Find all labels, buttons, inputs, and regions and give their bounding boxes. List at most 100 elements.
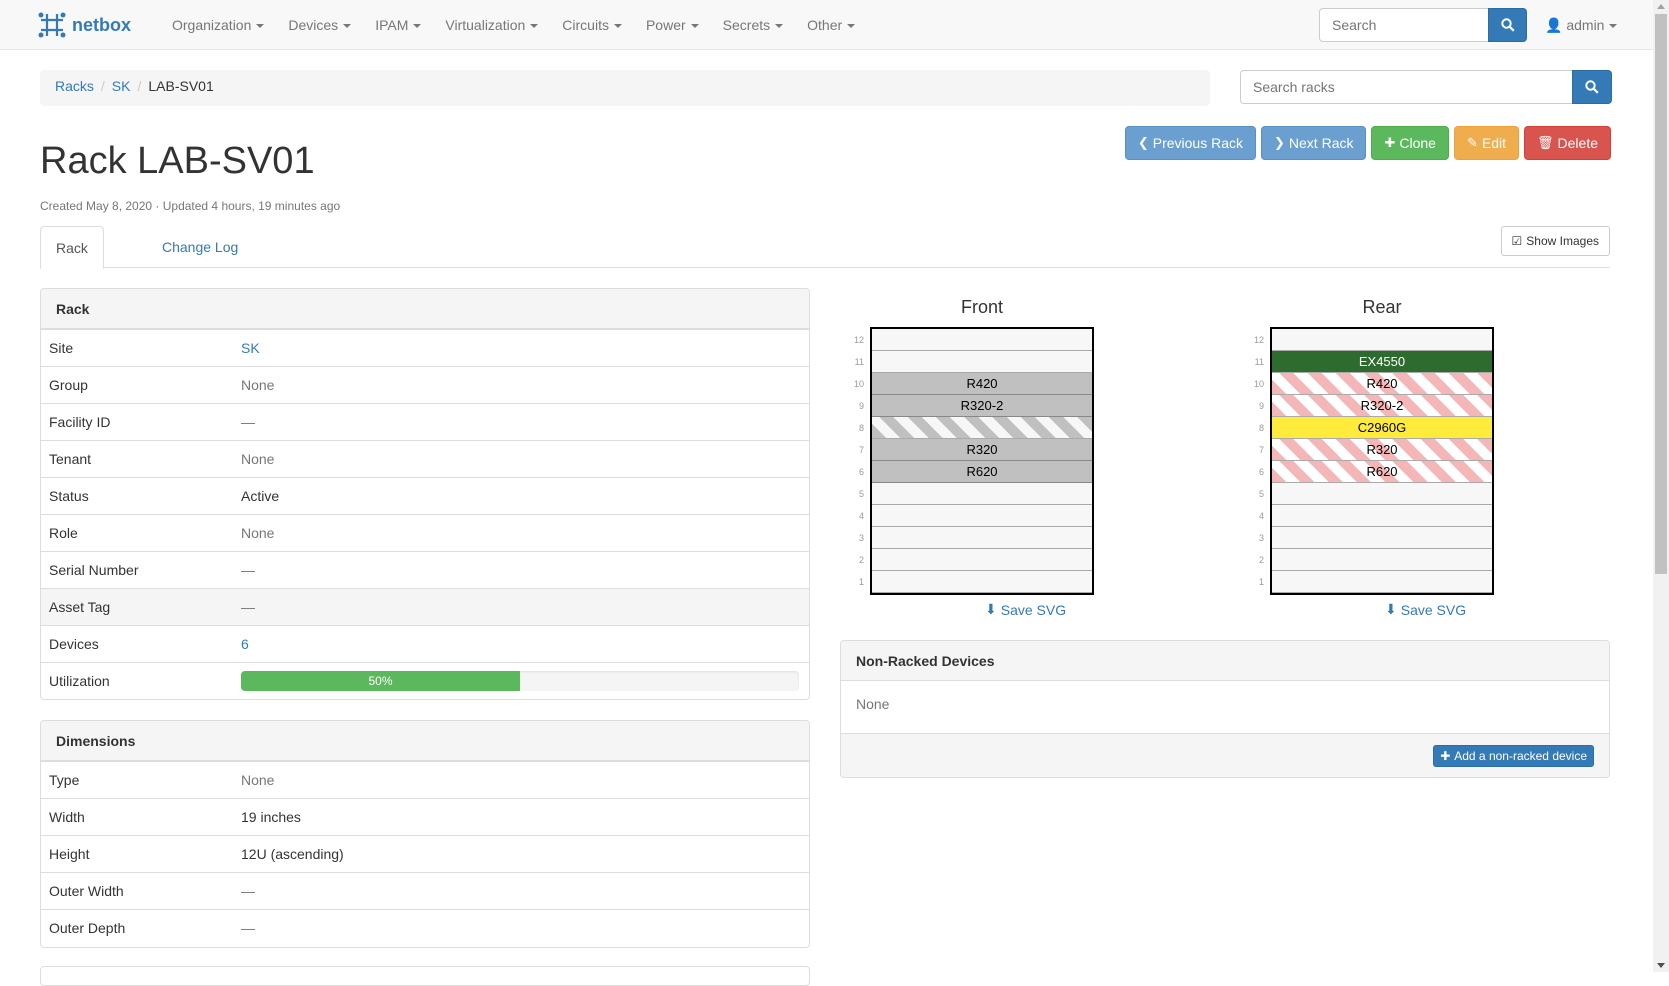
button-label: Add a non-racked device (1454, 749, 1587, 763)
menu-label: Power (645, 17, 686, 33)
download-icon: ⬇ (1385, 601, 1397, 617)
scroll-down-arrow-icon[interactable] (1657, 963, 1665, 968)
rack-unit-empty (872, 505, 1092, 527)
row-label: Devices (49, 636, 99, 652)
unit-number: 11 (1254, 357, 1264, 367)
rack-search-button[interactable] (1572, 70, 1612, 104)
show-images-button[interactable]: ☑ Show Images (1500, 226, 1610, 256)
user-name: admin (1566, 17, 1605, 33)
menu-organization[interactable]: Organization (160, 0, 276, 50)
table-row: Outer Width — (41, 872, 809, 909)
rack-device-ex4550[interactable]: EX4550 (1272, 351, 1492, 373)
table-row: Group None (41, 366, 809, 403)
menu-devices[interactable]: Devices (276, 0, 363, 50)
action-buttons: ❮ Previous Rack ❯ Next Rack ✚ Clone ✎ Edit 🗑… (1124, 126, 1611, 160)
front-save-svg-link[interactable]: ⬇ Save SVG (985, 601, 1066, 618)
unit-number: 6 (858, 467, 864, 477)
menu-power[interactable]: Power (634, 0, 711, 50)
front-elevation-title: Front (960, 297, 1003, 317)
menu-other[interactable]: Other (795, 0, 867, 50)
row-label: Tenant (49, 451, 92, 467)
table-row: Tenant None (41, 440, 809, 477)
rack-device-r320[interactable]: R320 (1272, 439, 1492, 461)
rack-unit-empty (1272, 549, 1492, 571)
unit-number: 2 (1258, 555, 1264, 565)
rack-device-r420[interactable]: R420 (872, 373, 1092, 395)
rear-save-svg-link[interactable]: ⬇ Save SVG (1385, 601, 1466, 618)
caret-down-icon (413, 24, 422, 29)
unit-number: 1 (1258, 577, 1264, 587)
row-value: — (241, 414, 255, 430)
scroll-thumb[interactable] (1655, 14, 1667, 574)
unit-number: 11 (854, 357, 864, 367)
page-scrollbar[interactable] (1653, 0, 1669, 972)
global-search-input[interactable] (1319, 8, 1488, 42)
unit-number: 4 (858, 511, 864, 521)
utilization-progress: 50% (241, 671, 799, 691)
add-non-racked-device-button[interactable]: ✚ Add a non-racked device (1433, 745, 1594, 767)
tab-bar: Rack Change Log ☑ Show Images (40, 226, 1610, 269)
delete-button[interactable]: 🗑 Delete (1524, 126, 1611, 160)
menu-virtualization[interactable]: Virtualization (433, 0, 550, 50)
edit-button[interactable]: ✎ Edit (1453, 126, 1520, 160)
row-label: Serial Number (49, 562, 139, 578)
rack-search (1240, 70, 1612, 104)
utilization-bar: 50% (241, 671, 520, 691)
table-row: Asset Tag — (41, 588, 809, 625)
menu-circuits[interactable]: Circuits (550, 0, 634, 50)
rack-device-r420[interactable]: R420 (1272, 373, 1492, 395)
row-value: — (241, 599, 255, 615)
rack-panel: Rack Site SK Group None Facility ID — Tenan… (40, 288, 810, 700)
unit-number: 5 (858, 489, 864, 499)
breadcrumb-site[interactable]: SK (112, 78, 131, 94)
next-rack-button[interactable]: ❯ Next Rack (1261, 126, 1367, 160)
rack-device-r320-2[interactable]: R320-2 (1272, 395, 1492, 417)
menu-secrets[interactable]: Secrets (711, 0, 795, 50)
brand-name: netbox (72, 14, 132, 35)
table-row: Serial Number — (41, 551, 809, 588)
rack-device-r320[interactable]: R320 (872, 439, 1092, 461)
rack-device-c2960g[interactable]: C2960G (1272, 417, 1492, 439)
rack-device-r320-2[interactable]: R320-2 (872, 395, 1092, 417)
devices-count-link[interactable]: 6 (241, 636, 249, 652)
plus-icon: ✚ (1440, 749, 1451, 763)
tab-rack[interactable]: Rack (40, 226, 104, 269)
user-menu[interactable]: 👤 admin (1545, 0, 1618, 50)
rear-elevation-title: Rear (1362, 297, 1402, 317)
previous-rack-button[interactable]: ❮ Previous Rack (1124, 126, 1256, 160)
table-row: Utilization 50% (41, 662, 809, 699)
rack-device-r620[interactable]: R620 (1272, 461, 1492, 483)
chevron-left-icon: ❮ (1137, 135, 1149, 150)
row-label: Utilization (49, 673, 110, 689)
menu-ipam[interactable]: IPAM (363, 0, 433, 50)
table-row: Height 12U (ascending) (41, 835, 809, 872)
menu-label: IPAM (375, 17, 409, 33)
unit-number: 5 (1258, 489, 1264, 499)
rack-unit-empty (872, 571, 1092, 593)
rack-device-r620[interactable]: R620 (872, 461, 1092, 483)
breadcrumb: Racks / SK / LAB-SV01 (40, 70, 1210, 106)
global-search-button[interactable] (1488, 8, 1527, 42)
caret-down-icon (530, 24, 539, 29)
brand-logo[interactable]: netbox (38, 11, 131, 39)
table-row: Facility ID — (41, 403, 809, 440)
tab-change-log[interactable]: Change Log (147, 226, 253, 269)
rack-unit-empty (1272, 527, 1492, 549)
panel-heading: Rack (41, 289, 809, 329)
unit-number: 2 (858, 555, 864, 565)
scroll-up-arrow-icon[interactable] (1657, 4, 1665, 9)
checkbox-icon: ☑ (1511, 234, 1523, 248)
row-label: Facility ID (49, 414, 111, 430)
breadcrumb-racks[interactable]: Racks (55, 78, 94, 94)
row-label: Type (49, 772, 80, 788)
site-link[interactable]: SK (241, 340, 260, 356)
rack-search-input[interactable] (1240, 70, 1572, 104)
rack-unit-empty (1272, 571, 1492, 593)
clone-button[interactable]: ✚ Clone (1371, 126, 1449, 160)
chevron-right-icon: ❯ (1274, 135, 1285, 150)
caret-down-icon (613, 24, 622, 29)
breadcrumb-current: LAB-SV01 (148, 78, 214, 94)
table-row: Site SK (41, 329, 809, 366)
link-label: Save SVG (1400, 601, 1467, 618)
row-label: Outer Depth (49, 920, 126, 936)
